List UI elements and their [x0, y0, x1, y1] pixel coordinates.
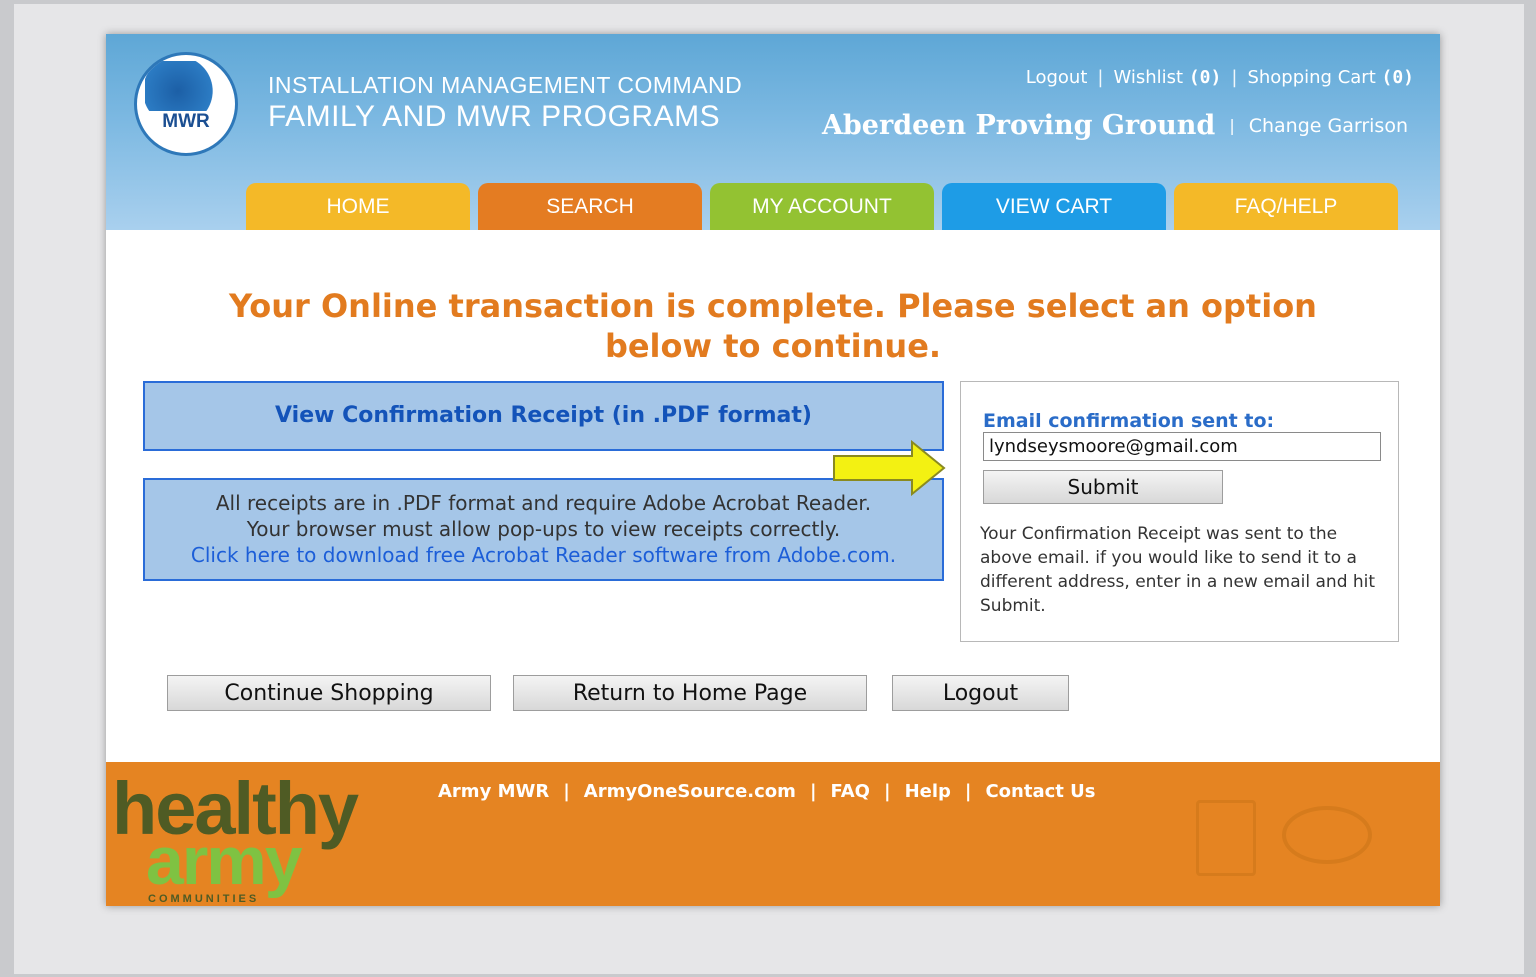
- site-header: MWR INSTALLATION MANAGEMENT COMMAND FAMI…: [106, 34, 1440, 230]
- receipt-info-box: All receipts are in .PDF format and requ…: [143, 478, 944, 581]
- logo-text: MWR: [162, 111, 210, 132]
- wishlist-label: Wishlist: [1113, 67, 1184, 88]
- tab-view-cart[interactable]: VIEW CART: [942, 183, 1166, 230]
- separator: |: [1097, 67, 1104, 88]
- separator: |: [1231, 67, 1238, 88]
- footer-links: Army MWR | ArmyOneSource.com | FAQ | Hel…: [438, 781, 1095, 802]
- garrison-name: Aberdeen Proving Ground: [821, 110, 1216, 141]
- site-footer: healthy army COMMUNITIES Army MWR | Army…: [106, 762, 1440, 906]
- footer-link-army-mwr[interactable]: Army MWR: [438, 781, 549, 802]
- separator: |: [883, 781, 891, 802]
- cart-count: (0): [1381, 67, 1414, 88]
- healthy-army-logo-communities: COMMUNITIES: [148, 893, 260, 905]
- cart-label: Shopping Cart: [1247, 67, 1376, 88]
- tab-faq-help[interactable]: FAQ/HELP: [1174, 183, 1398, 230]
- wishlist-link[interactable]: Wishlist (0): [1113, 67, 1221, 88]
- separator: |: [563, 781, 570, 802]
- view-receipt-box: View Confirmation Receipt (in .PDF forma…: [143, 381, 944, 451]
- page-title-line1: Your Online transaction is complete. Ple…: [229, 287, 1317, 325]
- mwr-logo[interactable]: MWR: [134, 52, 238, 156]
- footer-badge-icon: [1196, 800, 1256, 876]
- garrison-bar: Aberdeen Proving Ground | Change Garriso…: [822, 110, 1408, 141]
- healthy-army-logo-army: army: [146, 823, 303, 899]
- logout-button[interactable]: Logout: [892, 675, 1069, 711]
- separator: |: [1229, 116, 1235, 135]
- browser-viewport: MWR INSTALLATION MANAGEMENT COMMAND FAMI…: [14, 4, 1524, 974]
- email-info-text: Your Confirmation Receipt was sent to th…: [980, 524, 1376, 616]
- footer-link-contact-us[interactable]: Contact Us: [985, 781, 1095, 802]
- footer-link-help[interactable]: Help: [905, 781, 951, 802]
- separator: |: [964, 781, 972, 802]
- tab-home[interactable]: HOME: [246, 183, 470, 230]
- account-links: Logout | Wishlist (0) | Shopping Cart (0…: [1026, 67, 1414, 88]
- globe-icon: [145, 61, 227, 111]
- footer-link-armyonesource[interactable]: ArmyOneSource.com: [584, 781, 796, 802]
- email-confirmation-panel: Email confirmation sent to: Submit Your …: [960, 381, 1399, 642]
- arrow-right-icon: [833, 440, 946, 496]
- wishlist-count: (0): [1188, 67, 1222, 88]
- page-title: Your Online transaction is complete. Ple…: [106, 286, 1440, 366]
- org-title-line2: FAMILY AND MWR PROGRAMS: [268, 100, 721, 133]
- continue-shopping-button[interactable]: Continue Shopping: [167, 675, 491, 711]
- change-garrison-link[interactable]: Change Garrison: [1249, 115, 1408, 137]
- main-nav-tabs: HOME SEARCH MY ACCOUNT VIEW CART FAQ/HEL…: [246, 183, 1398, 230]
- shopping-cart-link[interactable]: Shopping Cart (0): [1247, 67, 1414, 88]
- page-container: MWR INSTALLATION MANAGEMENT COMMAND FAMI…: [106, 34, 1440, 906]
- page-title-line2: below to continue.: [604, 327, 942, 365]
- footer-link-faq[interactable]: FAQ: [831, 781, 870, 802]
- email-input[interactable]: [983, 432, 1381, 461]
- view-receipt-link[interactable]: View Confirmation Receipt (in .PDF forma…: [275, 403, 812, 428]
- tab-search[interactable]: SEARCH: [478, 183, 702, 230]
- separator: |: [809, 781, 817, 802]
- submit-button[interactable]: Submit: [983, 470, 1223, 504]
- footer-seal-icon: [1282, 806, 1372, 864]
- receipt-note-line2: Your browser must allow pop-ups to view …: [246, 517, 841, 541]
- download-acrobat-link[interactable]: Click here to download free Acrobat Read…: [145, 542, 942, 568]
- email-label: Email confirmation sent to:: [983, 410, 1275, 432]
- return-home-button[interactable]: Return to Home Page: [513, 675, 867, 711]
- receipt-note-line1: All receipts are in .PDF format and requ…: [215, 491, 872, 515]
- header-logout-link[interactable]: Logout: [1026, 67, 1088, 88]
- tab-my-account[interactable]: MY ACCOUNT: [710, 183, 934, 230]
- org-title-line1: INSTALLATION MANAGEMENT COMMAND: [268, 72, 743, 98]
